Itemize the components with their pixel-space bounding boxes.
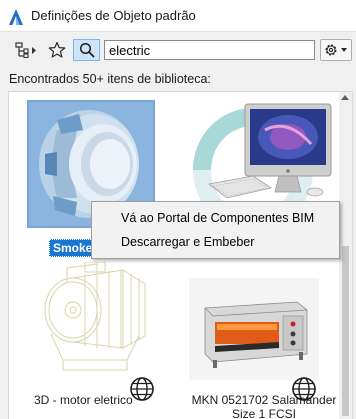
settings-dropdown-button[interactable]: [320, 39, 352, 61]
results-count-label: Encontrados 50+ itens de biblioteca:: [9, 72, 211, 86]
object-default-settings-window: Definições de Objeto padrão electric Enc…: [0, 0, 356, 419]
search-icon: [79, 42, 94, 58]
library-item-salamander[interactable]: MKN 0521702 Salamander Size 1 FCSI: [189, 262, 339, 419]
scroll-thumb[interactable]: [342, 246, 349, 416]
gear-icon: [325, 44, 347, 56]
context-menu: Vá ao Portal de Componentes BIM Descarre…: [91, 201, 340, 259]
toolbar: [0, 33, 356, 67]
filter-tree-button[interactable]: [12, 39, 42, 61]
favorites-button[interactable]: [44, 39, 70, 61]
library-item-label: 3D - motor eletrico: [34, 393, 133, 407]
search-input[interactable]: [104, 40, 315, 60]
filter-tree-icon: [15, 42, 36, 58]
library-item-label: MKN 0521702 Salamander Size 1 FCSI: [191, 393, 337, 419]
electric-motor-image: [44, 262, 146, 371]
star-icon: [48, 41, 66, 58]
menu-item-go-to-bim-portal[interactable]: Vá ao Portal de Componentes BIM: [121, 211, 314, 225]
search-toggle-button[interactable]: [73, 39, 100, 61]
archicad-icon: [9, 9, 23, 25]
menu-item-download-and-embed[interactable]: Descarregar e Embeber: [121, 235, 254, 249]
window-title: Definições de Objeto padrão: [31, 8, 196, 23]
scroll-up-arrow-icon[interactable]: [341, 95, 349, 100]
title-bar: Definições de Objeto padrão: [0, 0, 356, 32]
results-scrollbar[interactable]: [339, 92, 352, 419]
library-item-electric-motor[interactable]: 3D - motor eletrico: [27, 262, 177, 417]
salamander-grill-image: [189, 278, 319, 380]
